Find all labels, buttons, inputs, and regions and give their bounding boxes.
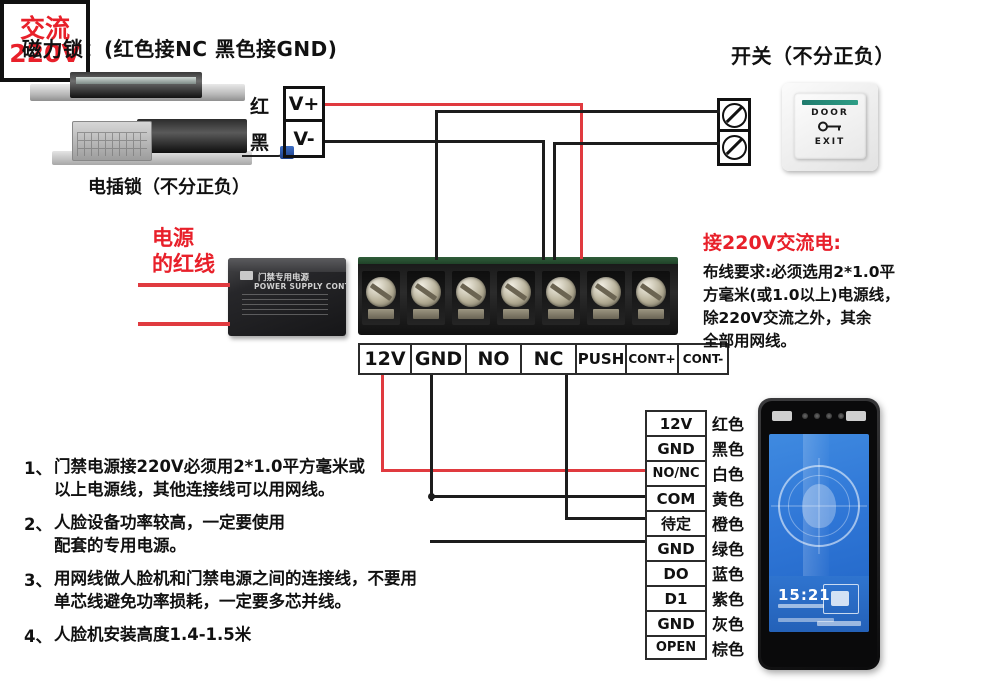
controller-terminal-block-image [358,257,678,335]
device-wire-color: 灰色 [712,614,745,634]
device-wire-color-list: 红色黑色白色黄色橙色绿色蓝色紫色灰色棕色 [712,410,744,660]
installation-notes: 1、 门禁电源接220V必须用2*1.0平方毫米或 以上电源线，其他连接线可以用网线… [24,455,514,656]
wire-black-cont-h [553,142,720,145]
lock-polarity-terminal: V+ V- [283,86,325,158]
wire-red-vplus-v [580,103,583,259]
installation-note: 4、 人脸机安装高度1.4-1.5米 [24,623,514,647]
mag-lock-heading: 磁力锁：(红色接NC 黑色接GND) [22,37,338,61]
installation-note: 1、 门禁电源接220V必须用2*1.0平方毫米或 以上电源线，其他连接线可以用网线… [24,455,514,502]
device-wire-color: 蓝色 [712,564,745,584]
note-number: 4、 [24,626,52,646]
device-screen[interactable]: 15:21 [769,434,869,632]
device-wire-color: 白色 [712,464,745,484]
bolt-lock-caption: 电插锁（不分正负） [88,177,250,198]
device-wire-color: 棕色 [712,639,745,659]
ac-wiring-note-line: 方毫米(或1.0以上)电源线， [703,285,900,304]
ac-wiring-note-body: 布线要求:必须选用2*1.0平 方毫米(或1.0以上)电源线， 除220V交流之外，… [703,261,983,353]
device-pin-gnd: GND [645,610,707,635]
note-number: 2、 [24,514,52,534]
terminal-label-nc: NC [520,343,575,375]
wire-black-vminus-v [542,140,545,260]
switch-terminal-2 [720,132,748,163]
note-line: 以上电源线，其他连接线可以用网线。 [53,480,335,500]
device-status-bar: 15:21 [769,576,869,632]
device-pin-nonc: NO/NC [645,460,707,485]
green-indicator-bar [802,100,858,105]
ac-wiring-note-line: 除220V交流之外，其余 [703,308,872,327]
wire-black-push-v [435,110,438,260]
device-terminal-list: 12V GND NO/NC COM 待定 GND DO D1 GND OPEN [645,410,707,660]
note-number: 1、 [24,459,52,478]
camera-strip [772,410,866,423]
device-wire-color: 红色 [712,414,745,434]
wire-red-vplus-h [325,103,583,106]
note-line: 人脸机安装高度1.4-1.5米 [53,624,252,644]
no-connect-icon [721,102,747,128]
device-pin-d1: D1 [645,585,707,610]
power-red-line-label: 电源 的红线 [152,225,215,278]
magnetic-lock-image [30,70,245,112]
bolt-lock-image [52,113,294,168]
wire-red-ac-bottom [138,322,230,326]
door-label: DOOR [811,108,849,118]
note-line: 门禁电源接220V必须用2*1.0平方毫米或 [53,457,366,476]
device-pin-com: COM [645,485,707,510]
terminal-label-no: NO [465,343,520,375]
device-pin-gnd: GND [645,435,707,460]
note-number: 3、 [24,570,52,590]
switch-terminal-block [717,98,751,166]
device-pin-open: OPEN [645,635,707,660]
device-wire-color: 黑色 [712,439,745,459]
red-wire-label: 红 [250,96,270,118]
switch-heading: 开关（不分正负） [731,44,895,68]
note-text: 用网线做人脸机和门禁电源之间的连接线，不要用 单芯线避免功率损耗，一定要多芯并线。 [54,567,417,614]
terminal-label-push: PUSH [575,343,625,375]
power-red-line-label-1: 电源 [152,226,194,250]
note-text: 人脸设备功率较高，一定要使用 配套的专用电源。 [54,511,285,558]
psu-label-en: POWER SUPPLY CONTROL [254,282,346,291]
wire-black-nonc-h [565,517,647,520]
wire-black-cont-v [553,142,556,260]
no-connect-icon [721,135,747,160]
key-icon [818,121,841,132]
v-plus-terminal: V+ [286,89,322,122]
wire-black-push-h [435,110,720,113]
note-line: 配套的专用电源。 [53,536,186,556]
device-pin-12v: 12V [645,410,707,435]
psu-logo [240,271,253,280]
ac-wiring-note-line: 布线要求:必须选用2*1.0平 [703,263,896,281]
note-text: 门禁电源接220V必须用2*1.0平方毫米或 以上电源线，其他连接线可以用网线。 [54,455,365,502]
ac-wiring-note-line: 全部用网线。 [703,331,797,350]
v-minus-terminal: V- [293,127,315,150]
ac-wiring-note: 接220V交流电: 布线要求:必须选用2*1.0平 方毫米(或1.0以上)电源线，… [703,228,983,353]
device-wire-color: 绿色 [712,539,745,559]
terminal-label-12v: 12V [358,343,410,375]
device-wire-color: 橙色 [712,514,745,534]
installation-note: 3、 用网线做人脸机和门禁电源之间的连接线，不要用 单芯线避免功率损耗，一定要多芯并… [24,567,514,614]
installation-note: 2、 人脸设备功率较高，一定要使用 配套的专用电源。 [24,511,514,558]
terminal-label-gnd: GND [410,343,465,375]
device-wire-color: 紫色 [712,589,745,609]
wire-red-ac-top [138,283,230,287]
switch-terminal-1 [720,101,748,132]
note-line: 人脸设备功率较高，一定要使用 [53,512,285,532]
door-exit-button-image[interactable]: DOOR EXIT [782,83,878,171]
power-red-line-label-2: 的红线 [152,252,215,277]
face-recognition-terminal-image: 15:21 [758,398,880,670]
note-line: 用网线做人脸机和门禁电源之间的连接线，不要用 [53,568,417,588]
terminal-label-strip: 12V GND NO NC PUSH CONT+ CONT- [358,343,729,375]
exit-label: EXIT [814,137,846,147]
ac-wiring-note-title: 接220V交流电: [703,232,841,254]
device-pin-: 待定 [645,510,707,535]
card-icon [823,584,859,614]
wire-black-nonc-v [565,375,568,519]
terminal-label-cont: CONT+ [625,343,677,375]
power-supply-unit-image: 门禁专用电源 POWER SUPPLY CONTROL [228,258,346,336]
note-text: 人脸机安装高度1.4-1.5米 [54,623,251,647]
device-pin-do: DO [645,560,707,585]
device-wire-color: 黄色 [712,489,745,509]
note-line: 单芯线避免功率损耗，一定要多芯并线。 [53,592,351,612]
device-pin-gnd: GND [645,535,707,560]
black-wire-label: 黑 [250,132,270,154]
